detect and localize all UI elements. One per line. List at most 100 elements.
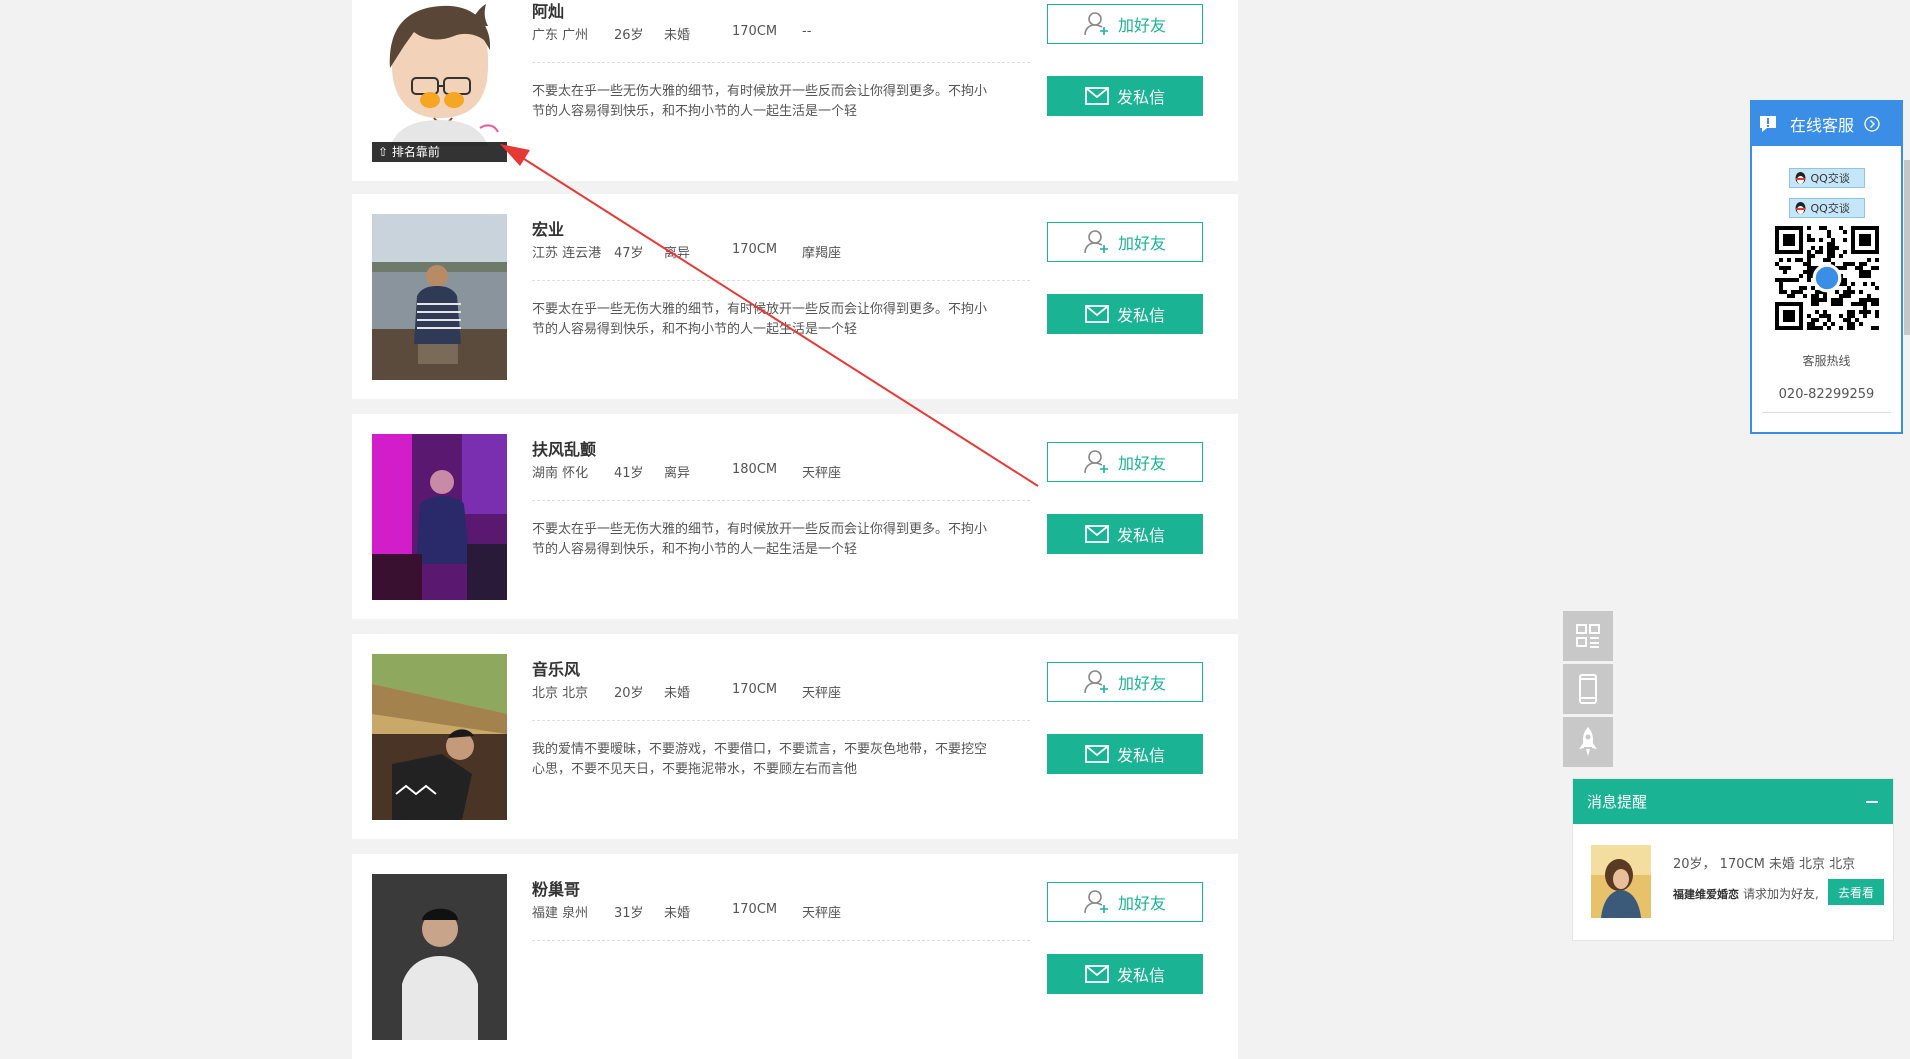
member-zodiac: 天秤座 — [802, 466, 842, 481]
member-card: 扶风乱颤湖南 怀化 41岁 离异 180CM 天秤座不要太在乎一些无伤大雅的细节，有时候… — [352, 414, 1238, 619]
member-photo[interactable] — [372, 654, 507, 820]
qr-code — [1774, 226, 1879, 330]
divider — [532, 62, 1030, 63]
member-height: 170CM — [732, 902, 778, 917]
send-message-button[interactable]: 发私信 — [1047, 76, 1203, 116]
rank-badge-label: 排名靠前 — [391, 145, 440, 159]
member-marital-status: 离异 — [664, 246, 691, 261]
hotline-number: 020-82299259 — [1778, 387, 1875, 402]
member-name[interactable]: 阿灿 — [532, 0, 564, 22]
notification-sender-name: 福建维爱婚恋 — [1673, 888, 1739, 901]
qq-penguin-icon — [1795, 172, 1805, 184]
member-zodiac: 摩羯座 — [802, 246, 842, 261]
add-user-icon — [1084, 450, 1108, 474]
member-height: 170CM — [732, 242, 778, 257]
member-name[interactable]: 宏业 — [532, 216, 564, 240]
mail-icon — [1085, 965, 1109, 983]
add-user-icon — [1084, 890, 1108, 914]
notification-sender: 福建维爱婚恋 请求加为好友, — [1673, 885, 1819, 902]
qq-penguin-icon — [1795, 202, 1805, 214]
member-age: 41岁 — [614, 466, 644, 481]
scrollbar-thumb[interactable] — [1904, 160, 1910, 335]
add-friend-button[interactable]: 加好友 — [1047, 4, 1203, 44]
send-message-label: 发私信 — [1116, 966, 1165, 985]
minimize-icon[interactable] — [1865, 795, 1879, 809]
online-service-panel: 在线客服 QQ交谈 QQ交谈 客服热线 020-82299259 — [1750, 100, 1903, 434]
qq-chat-label: QQ交谈 — [1810, 202, 1850, 215]
back-to-top-button[interactable] — [1563, 717, 1613, 767]
online-service-header[interactable]: 在线客服 — [1752, 102, 1901, 146]
add-user-icon — [1084, 230, 1108, 254]
member-marital-status: 离异 — [664, 466, 691, 481]
member-photo[interactable] — [372, 874, 507, 1040]
member-card: 宏业 江苏 连云港 47岁 离异 170CM 摩羯座 不要太在乎一些无伤大雅的细节，有时候放… — [352, 194, 1238, 399]
add-friend-button[interactable]: 加好友 — [1047, 662, 1203, 702]
member-meta: 广东 广州 26岁 未婚 170CM -- — [532, 24, 811, 43]
mobile-button[interactable] — [1563, 664, 1613, 714]
member-zodiac: 天秤座 — [802, 906, 842, 921]
qq-chat-button-2[interactable]: QQ交谈 — [1788, 198, 1865, 218]
member-bio: 我的爱情不要暧昧，不要游戏，不要借口，不要谎言，不要灰色地带，不要挖空心思，不要… — [532, 742, 988, 777]
add-friend-label: 加好友 — [1117, 674, 1166, 693]
member-age: 26岁 — [614, 28, 644, 43]
qq-chat-label: QQ交谈 — [1810, 172, 1850, 185]
notification-header: 消息提醒 — [1573, 779, 1893, 824]
member-height: 170CM — [732, 24, 778, 39]
member-name[interactable]: 扶风乱颤 — [532, 436, 596, 460]
member-age: 20岁 — [614, 686, 644, 701]
add-friend-label: 加好友 — [1117, 16, 1166, 35]
mail-icon — [1085, 525, 1109, 543]
qq-chat-button-1[interactable]: QQ交谈 — [1788, 168, 1865, 188]
mobile-phone-icon — [1579, 674, 1597, 704]
qr-grid-icon — [1576, 624, 1600, 648]
view-button[interactable]: 去看看 — [1828, 879, 1884, 905]
send-message-label: 发私信 — [1116, 88, 1165, 107]
notification-action: 请求加为好友, — [1743, 887, 1819, 901]
add-friend-button[interactable]: 加好友 — [1047, 222, 1203, 262]
member-photo[interactable] — [372, 214, 507, 380]
member-zodiac: 天秤座 — [802, 686, 842, 701]
divider — [532, 720, 1030, 721]
send-message-button[interactable]: 发私信 — [1047, 514, 1203, 554]
member-meta: 福建 泉州 31岁 未婚 170CM 天秤座 — [532, 902, 841, 921]
qr-toggle-button[interactable] — [1563, 611, 1613, 661]
member-card: 粉巢哥 福建 泉州 31岁 未婚 170CM 天秤座 加好友 发私信 — [352, 854, 1238, 1059]
add-friend-button[interactable]: 加好友 — [1047, 882, 1203, 922]
send-message-button[interactable]: 发私信 — [1047, 954, 1203, 994]
member-height: 180CM — [732, 462, 778, 477]
chevron-right-icon[interactable] — [1864, 116, 1880, 132]
member-marital-status: 未婚 — [664, 686, 691, 701]
member-meta: 湖南 怀化 41岁 离异 180CM 天秤座 — [532, 462, 841, 481]
member-bio: 不要太在乎一些无伤大雅的细节，有时候放开一些反而会让你得到更多。不拘小节的人容易… — [532, 522, 988, 557]
member-photo[interactable] — [372, 434, 507, 600]
member-marital-status: 未婚 — [664, 28, 691, 43]
member-location: 福建 泉州 — [532, 906, 589, 921]
add-user-icon — [1084, 670, 1108, 694]
member-photo[interactable]: ⇧ 排名靠前 — [372, 0, 507, 162]
member-location: 湖南 怀化 — [532, 466, 589, 481]
mail-icon — [1085, 745, 1109, 763]
member-location: 广东 广州 — [532, 28, 589, 43]
add-friend-label: 加好友 — [1117, 454, 1166, 473]
member-meta: 江苏 连云港 47岁 离异 170CM 摩羯座 — [532, 242, 841, 261]
divider — [1762, 412, 1891, 413]
member-bio: 不要太在乎一些无伤大雅的细节，有时候放开一些反而会让你得到更多。不拘小节的人容易… — [532, 84, 988, 119]
member-name[interactable]: 粉巢哥 — [532, 876, 580, 900]
rank-badge: ⇧ 排名靠前 — [372, 142, 507, 162]
member-location: 江苏 连云港 — [532, 246, 602, 261]
member-age: 47岁 — [614, 246, 644, 261]
add-friend-button[interactable]: 加好友 — [1047, 442, 1203, 482]
notification-avatar[interactable] — [1591, 845, 1651, 918]
member-height: 170CM — [732, 682, 778, 697]
member-card: ⇧ 排名靠前 阿灿 广东 广州 26岁 未婚 170CM -- 不要太在乎一些无伤大雅的细节，… — [352, 0, 1238, 181]
add-friend-label: 加好友 — [1117, 894, 1166, 913]
send-message-button[interactable]: 发私信 — [1047, 294, 1203, 334]
member-name[interactable]: 音乐风 — [532, 656, 580, 680]
divider — [532, 500, 1030, 501]
add-user-icon — [1084, 12, 1108, 36]
send-message-label: 发私信 — [1116, 306, 1165, 325]
mail-icon — [1085, 305, 1109, 323]
send-message-button[interactable]: 发私信 — [1047, 734, 1203, 774]
chat-icon — [1760, 116, 1776, 132]
member-age: 31岁 — [614, 906, 644, 921]
